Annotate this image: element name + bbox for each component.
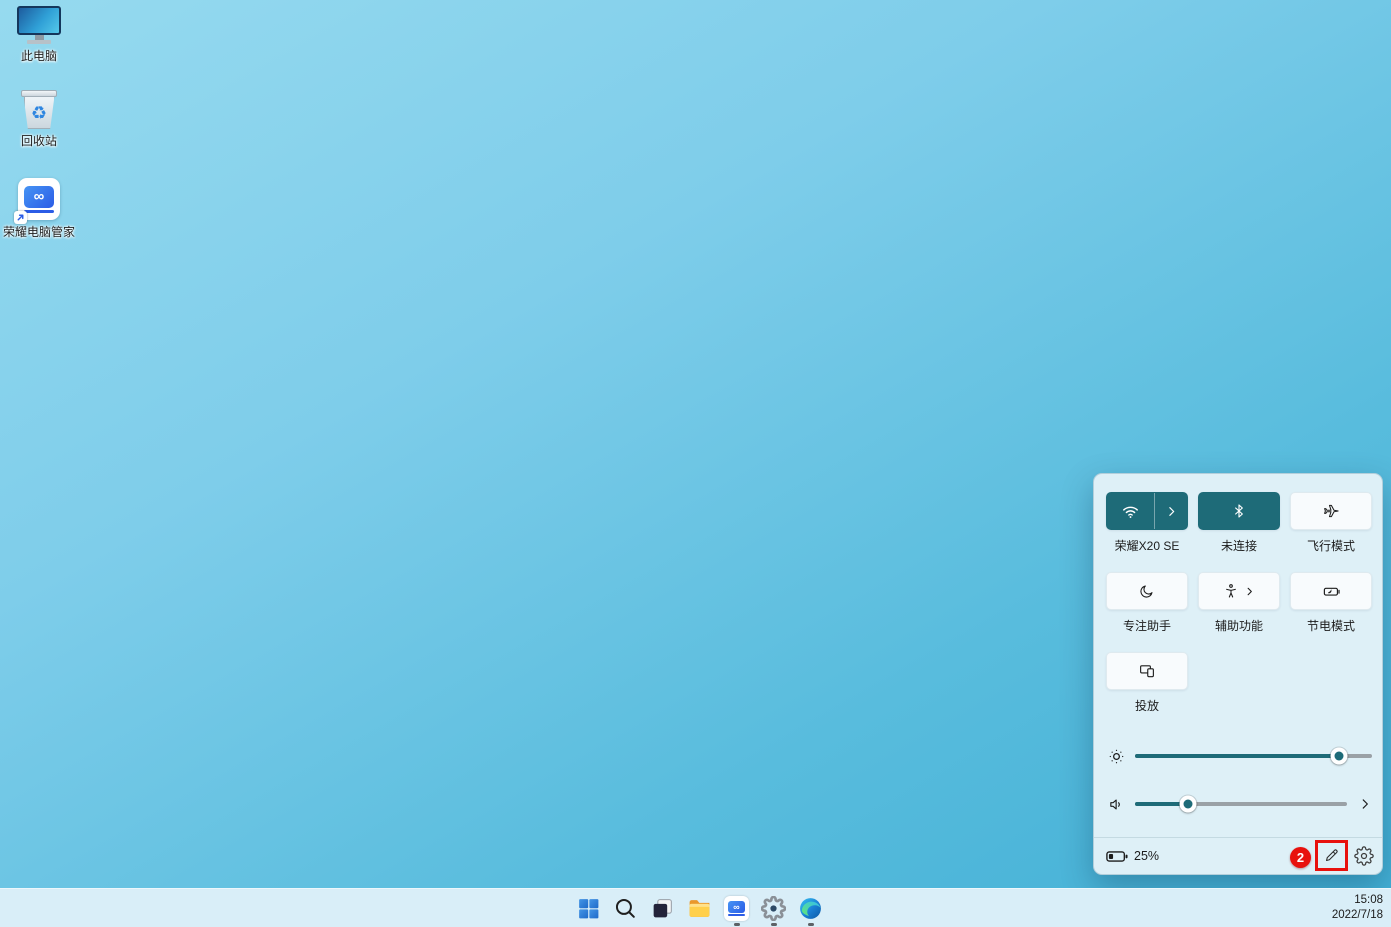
gear-icon [1354, 846, 1374, 866]
volume-speaker-icon [1106, 796, 1126, 813]
airplane-icon [1322, 502, 1340, 520]
battery-status: 25% [1106, 849, 1159, 863]
airplane-mode-tile[interactable] [1290, 492, 1372, 530]
wifi-toggle[interactable] [1107, 493, 1154, 529]
wifi-expand-button[interactable] [1155, 493, 1187, 529]
battery-saver-icon [1322, 582, 1341, 601]
honor-pc-manager-label: 荣耀电脑管家 [3, 223, 75, 240]
focus-assist-tile-label: 专注助手 [1123, 617, 1171, 634]
desktop: 此电脑 ♻ 回收站 ∞ 荣耀电脑管家 [0, 0, 1391, 927]
chevron-right-icon [1358, 797, 1372, 811]
pencil-icon [1323, 847, 1340, 864]
brightness-slider[interactable] [1135, 754, 1372, 758]
desktop-icon-this-pc[interactable]: 此电脑 [0, 6, 78, 64]
volume-expand-button[interactable] [1358, 797, 1372, 811]
airplane-mode-tile-label: 飞行模式 [1307, 537, 1355, 554]
annotation-rect-edit-button [1315, 840, 1348, 871]
focus-assist-tile[interactable] [1106, 572, 1188, 610]
start-button[interactable] [570, 889, 607, 927]
clock[interactable]: 15:08 2022/7/18 [1332, 893, 1383, 923]
taskbar-center-icons: ∞ [570, 889, 829, 927]
shortcut-arrow-icon [14, 211, 27, 224]
brightness-slider-knob[interactable] [1330, 748, 1347, 765]
edge-icon [798, 896, 823, 921]
edge-taskbar-button[interactable] [792, 889, 829, 927]
running-indicator [734, 923, 740, 926]
volume-slider[interactable] [1135, 802, 1347, 806]
bluetooth-icon [1231, 503, 1247, 519]
volume-slider-row [1106, 792, 1372, 816]
accessibility-tile-label: 辅助功能 [1215, 617, 1263, 634]
wifi-icon [1121, 502, 1140, 521]
battery-icon [1106, 850, 1128, 863]
settings-taskbar-button[interactable] [755, 889, 792, 927]
bluetooth-tile-label: 未连接 [1221, 537, 1257, 554]
settings-button[interactable] [1354, 846, 1374, 866]
moon-icon [1139, 583, 1155, 599]
desktop-icon-recycle-bin[interactable]: ♻ 回收站 [0, 90, 78, 149]
chevron-right-icon [1244, 586, 1255, 597]
running-indicator [771, 923, 777, 926]
wifi-tile-label: 荣耀X20 SE [1115, 537, 1180, 554]
search-button[interactable] [607, 889, 644, 927]
windows-start-icon [576, 896, 601, 921]
accessibility-person-icon [1223, 583, 1239, 599]
brightness-slider-row [1106, 744, 1372, 768]
bluetooth-tile[interactable] [1198, 492, 1280, 530]
wifi-tile[interactable] [1106, 492, 1188, 530]
edit-quick-settings-button[interactable] [1319, 844, 1345, 868]
cast-tile-label: 投放 [1135, 697, 1159, 714]
search-icon [613, 896, 638, 921]
cast-tile[interactable] [1106, 652, 1188, 690]
accessibility-tile[interactable] [1198, 572, 1280, 610]
task-view-button[interactable] [644, 889, 681, 927]
taskbar: ∞ [0, 888, 1391, 927]
cast-icon [1138, 662, 1156, 680]
task-view-icon [650, 896, 675, 921]
battery-percent-label: 25% [1134, 849, 1159, 863]
clock-date: 2022/7/18 [1332, 908, 1383, 923]
file-explorer-icon [687, 896, 712, 921]
honor-pc-manager-icon: ∞ [724, 896, 749, 921]
recycle-bin-icon: ♻ [21, 90, 57, 129]
recycle-bin-label: 回收站 [21, 132, 57, 149]
quick-settings-panel: 荣耀X20 SE 未连接 飞行模式 专注助手 [1093, 473, 1383, 875]
honor-pc-manager-icon: ∞ [18, 178, 60, 220]
settings-gear-icon [761, 896, 786, 921]
this-pc-icon [17, 6, 61, 44]
clock-time: 15:08 [1332, 893, 1383, 908]
volume-slider-knob[interactable] [1180, 796, 1197, 813]
annotation-step-2: 2 [1290, 847, 1311, 868]
honor-pc-manager-taskbar-button[interactable]: ∞ [718, 889, 755, 927]
battery-saver-tile-label: 节电模式 [1307, 617, 1355, 634]
recycle-symbol-icon: ♻ [31, 104, 47, 122]
file-explorer-button[interactable] [681, 889, 718, 927]
this-pc-label: 此电脑 [21, 47, 57, 64]
battery-saver-tile[interactable] [1290, 572, 1372, 610]
chevron-right-icon [1165, 505, 1178, 518]
desktop-icon-honor-pc-manager[interactable]: ∞ 荣耀电脑管家 [0, 178, 78, 240]
running-indicator [808, 923, 814, 926]
brightness-sun-icon [1106, 747, 1126, 766]
